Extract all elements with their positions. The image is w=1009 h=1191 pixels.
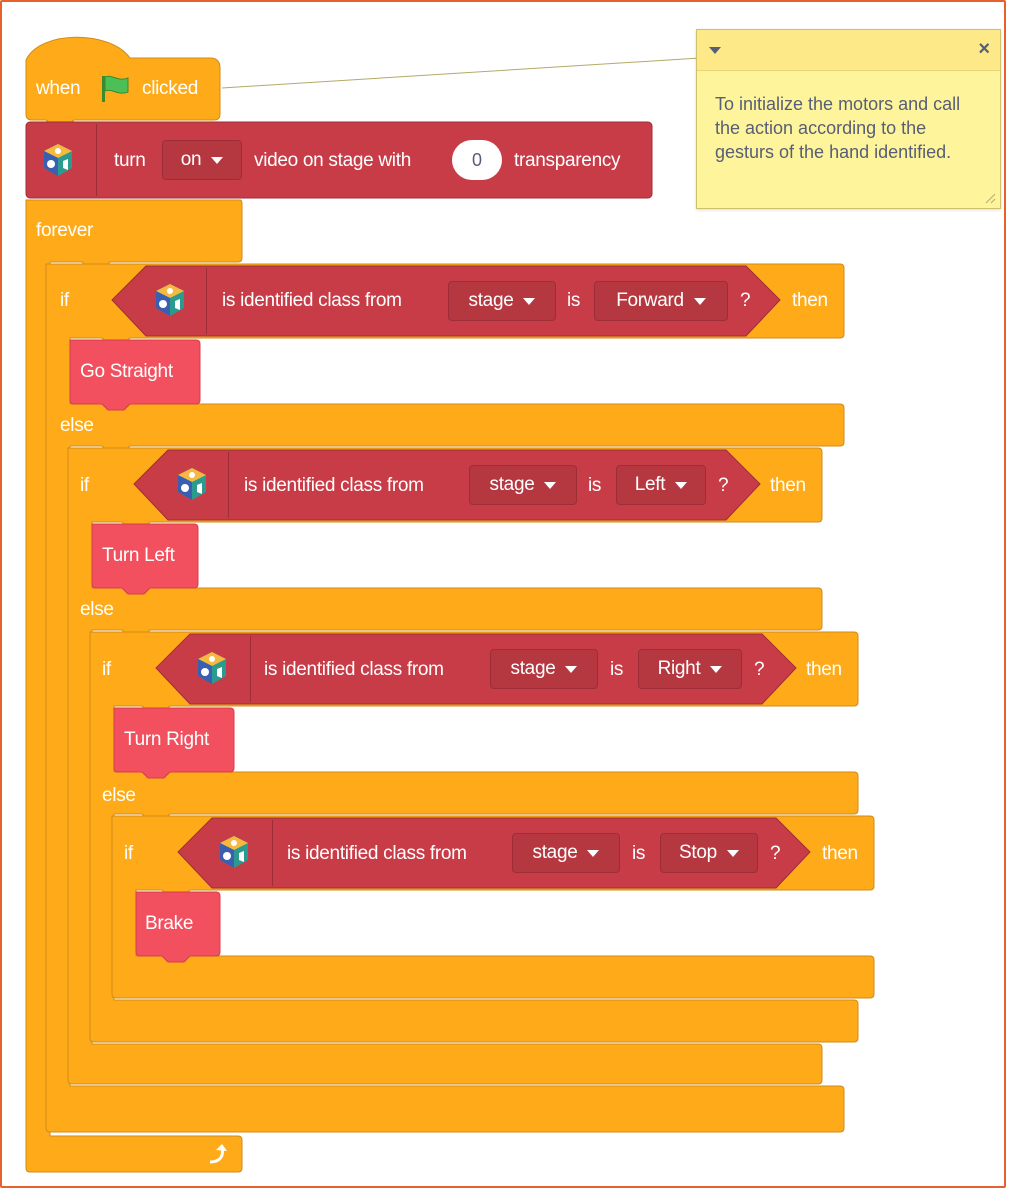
if-label: if [124,843,133,864]
block-separator [250,636,251,702]
condition-text: is identified class from [244,475,424,496]
collapse-icon[interactable] [709,47,721,54]
chevron-down-icon [211,156,224,164]
chevron-down-icon [675,481,688,489]
class-value: Forward [616,290,684,311]
when-label: when [36,78,81,99]
block-separator [228,452,229,518]
class-dropdown[interactable]: Right [638,649,742,689]
video-state-value: on [180,149,202,170]
transparency-label: transparency [514,150,621,171]
chevron-down-icon [565,665,578,673]
turn-right-label: Turn Right [124,729,209,750]
source-value: stage [468,290,514,311]
source-dropdown[interactable]: stage [512,833,620,873]
is-label: is [567,290,581,311]
condition-text: is identified class from [287,843,467,864]
extension-cube-icon [220,836,248,868]
if-label: if [102,659,111,680]
source-value: stage [532,842,578,863]
close-icon[interactable]: × [978,38,990,61]
brake-label: Brake [145,913,194,934]
is-label: is [588,475,602,496]
question-label: ? [754,659,765,680]
extension-cube-icon [178,468,206,500]
video-state-dropdown[interactable]: on [162,140,242,180]
comment-header[interactable]: × [697,30,1000,71]
source-value: stage [510,658,556,679]
transparency-input[interactable]: 0 [452,140,502,180]
else-label: else [80,599,114,620]
then-label: then [770,475,806,496]
then-label: then [822,843,858,864]
then-label: then [792,290,828,311]
forever-label: forever [36,220,94,241]
chevron-down-icon [726,849,739,857]
source-dropdown[interactable]: stage [448,281,556,321]
turn-label: turn [114,150,146,171]
block-separator [272,820,273,886]
condition-text: is identified class from [264,659,444,680]
condition-text: is identified class from [222,290,402,311]
extension-cube-icon [156,284,184,316]
go-straight-label: Go Straight [80,361,173,382]
if-label: if [80,475,89,496]
else-label: else [102,785,136,806]
video-text-label: video on stage with [254,150,411,171]
class-dropdown[interactable]: Stop [660,833,758,873]
else-label: else [60,415,94,436]
turn-left-label: Turn Left [102,545,175,566]
block-separator [96,124,97,196]
chevron-down-icon [710,665,723,673]
question-label: ? [718,475,729,496]
class-dropdown[interactable]: Left [616,465,706,505]
chevron-down-icon [544,481,557,489]
class-value: Right [657,658,701,679]
block-separator [206,268,207,334]
is-label: is [632,843,646,864]
comment-connector [221,57,701,89]
comment-text[interactable]: To initialize the motors and call the ac… [715,92,990,164]
comment-note[interactable]: × To initialize the motors and call the … [696,29,1001,209]
chevron-down-icon [693,297,706,305]
is-label: is [610,659,624,680]
chevron-down-icon [587,849,600,857]
extension-cube-icon [44,144,72,176]
question-label: ? [740,290,751,311]
clicked-label: clicked [142,78,198,99]
class-value: Left [634,474,666,495]
if-label: if [60,290,69,311]
class-value: Stop [679,842,717,863]
class-dropdown[interactable]: Forward [594,281,728,321]
extension-cube-icon [198,652,226,684]
chevron-down-icon [523,297,536,305]
resize-grip-icon[interactable] [984,192,996,204]
source-value: stage [489,474,535,495]
then-label: then [806,659,842,680]
question-label: ? [770,843,781,864]
source-dropdown[interactable]: stage [490,649,598,689]
source-dropdown[interactable]: stage [469,465,577,505]
